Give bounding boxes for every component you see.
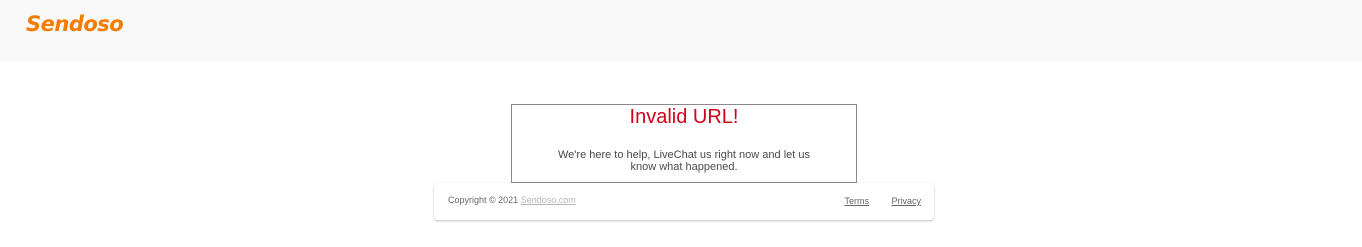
- top-header: Sendoso: [0, 0, 1362, 62]
- error-title: Invalid URL!: [629, 106, 739, 128]
- copyright-prefix: Copyright © 2021: [448, 195, 519, 205]
- copyright-text: Copyright © 2021 Sendoso.com: [448, 195, 576, 205]
- terms-link[interactable]: Terms: [844, 196, 869, 206]
- footer-bar: Copyright © 2021 Sendoso.com Terms Priva…: [434, 183, 934, 220]
- footer-links: Terms Privacy: [824, 196, 921, 206]
- privacy-link[interactable]: Privacy: [891, 196, 921, 206]
- error-panel: Invalid URL! We're here to help, LiveCha…: [511, 104, 857, 183]
- error-message: We're here to help, LiveChat us right no…: [558, 149, 810, 173]
- sendoso-logo[interactable]: Sendoso: [26, 12, 124, 36]
- sendoso-link[interactable]: Sendoso.com: [521, 195, 576, 205]
